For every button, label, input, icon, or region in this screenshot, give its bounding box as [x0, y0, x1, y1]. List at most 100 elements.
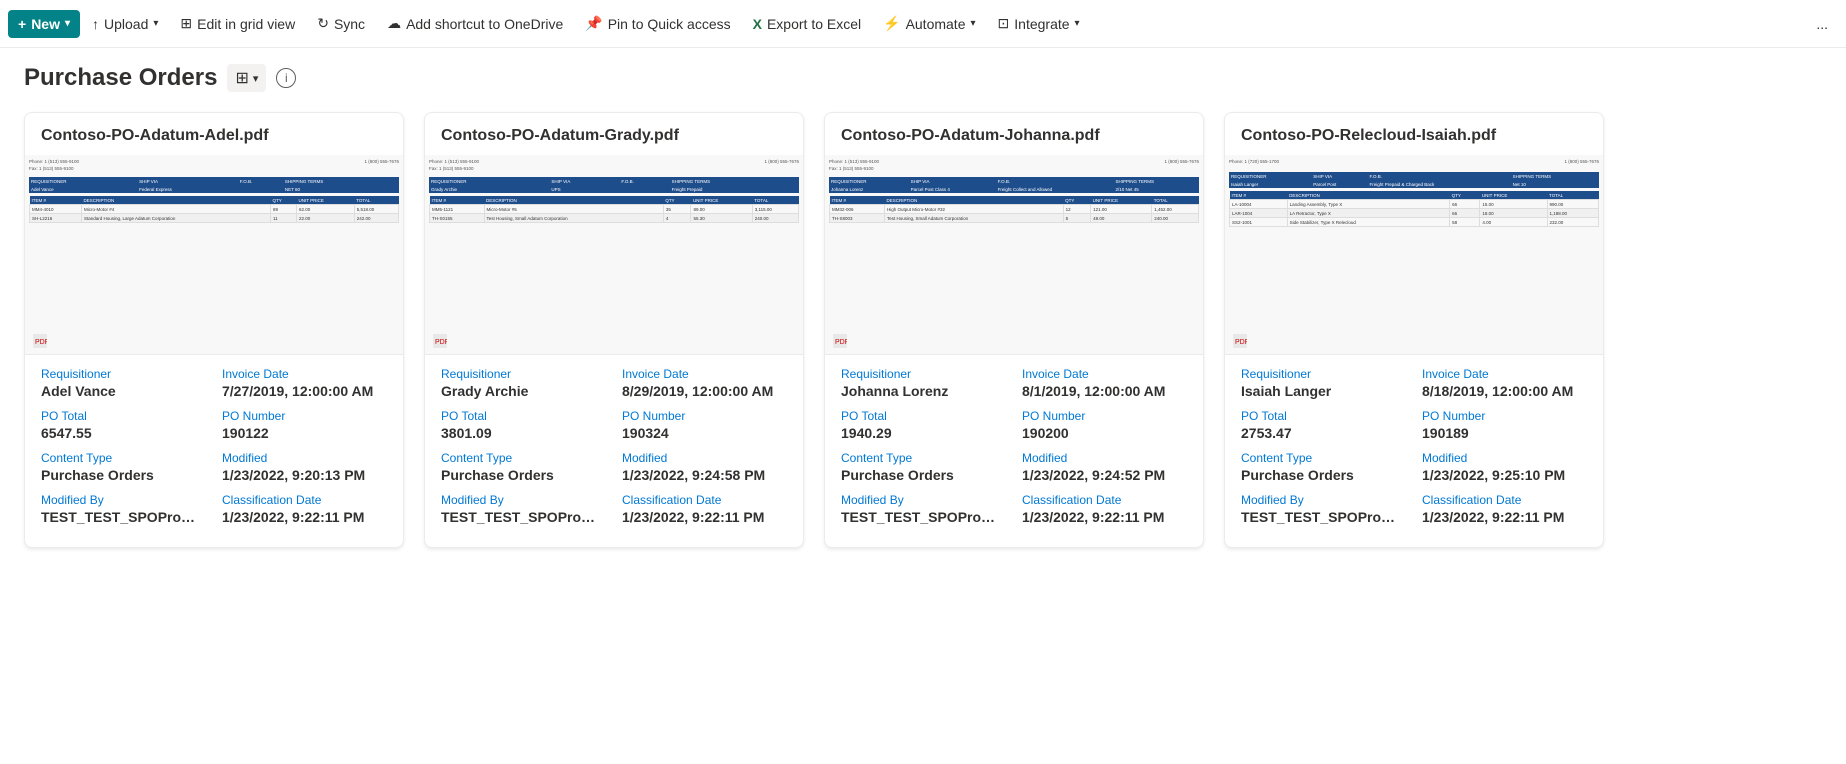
- requisitioner-label: Requisitioner: [1241, 367, 1406, 381]
- meta-row-1: Requisitioner Adel Vance Invoice Date 7/…: [41, 367, 387, 399]
- po-total-label: PO Total: [441, 409, 606, 423]
- document-card[interactable]: Contoso-PO-Adatum-Grady.pdf Phone: 1 (51…: [424, 112, 804, 548]
- toolbar: + New ▾ ↑ Upload ▾ ⊞ Edit in grid view ↻…: [0, 0, 1846, 48]
- modified-by-value: TEST_TEST_SPOProvH...: [41, 509, 201, 525]
- content-type-value: Purchase Orders: [1241, 467, 1406, 483]
- integrate-label: Integrate: [1014, 16, 1069, 32]
- card-preview: Phone: 1 (513) 555-9100 1 (800) 555-7676…: [825, 155, 1203, 355]
- more-button[interactable]: ...: [1806, 10, 1838, 38]
- meta-row-3: Content Type Purchase Orders Modified 1/…: [841, 451, 1187, 483]
- po-number-label: PO Number: [1022, 409, 1187, 423]
- svg-text:PDF: PDF: [435, 339, 447, 346]
- upload-button[interactable]: ↑ Upload ▾: [82, 10, 168, 38]
- pin-button[interactable]: 📌 Pin to Quick access: [575, 9, 740, 38]
- modified-by-cell: Modified By TEST_TEST_SPOProvH...: [1241, 493, 1406, 525]
- edit-grid-label: Edit in grid view: [197, 16, 295, 32]
- integrate-icon: ⊡: [998, 15, 1010, 32]
- cards-container: Contoso-PO-Adatum-Adel.pdf Phone: 1 (513…: [0, 104, 1846, 572]
- view-chevron-icon: ▾: [253, 72, 259, 85]
- automate-button[interactable]: ⚡ Automate ▾: [873, 9, 985, 38]
- meta-row-1: Requisitioner Grady Archie Invoice Date …: [441, 367, 787, 399]
- invoice-date-value: 8/18/2019, 12:00:00 AM: [1422, 383, 1587, 399]
- invoice-date-value: 7/27/2019, 12:00:00 AM: [222, 383, 387, 399]
- card-metadata: Requisitioner Adel Vance Invoice Date 7/…: [25, 355, 403, 547]
- add-shortcut-button[interactable]: ☁ Add shortcut to OneDrive: [377, 9, 573, 38]
- sync-button[interactable]: ↻ Sync: [307, 9, 375, 38]
- integrate-button[interactable]: ⊡ Integrate ▾: [988, 9, 1090, 38]
- meta-row-2: PO Total 3801.09 PO Number 190324: [441, 409, 787, 441]
- export-button[interactable]: X Export to Excel: [743, 10, 872, 38]
- meta-row-4: Modified By TEST_TEST_SPOProvH... Classi…: [841, 493, 1187, 525]
- po-number-cell: PO Number 190122: [222, 409, 387, 441]
- modified-value: 1/23/2022, 9:24:58 PM: [622, 467, 787, 483]
- content-type-cell: Content Type Purchase Orders: [1241, 451, 1406, 483]
- page-title: Purchase Orders: [24, 64, 217, 92]
- plus-icon: +: [18, 16, 26, 32]
- svg-text:PDF: PDF: [835, 339, 847, 346]
- meta-row-1: Requisitioner Johanna Lorenz Invoice Dat…: [841, 367, 1187, 399]
- modified-by-label: Modified By: [1241, 493, 1406, 507]
- requisitioner-label: Requisitioner: [841, 367, 1006, 381]
- document-card[interactable]: Contoso-PO-Relecloud-Isaiah.pdf Phone: 1…: [1224, 112, 1604, 548]
- info-icon[interactable]: i: [276, 68, 296, 88]
- po-number-cell: PO Number 190200: [1022, 409, 1187, 441]
- card-filename: Contoso-PO-Adatum-Johanna.pdf: [825, 113, 1203, 155]
- po-total-cell: PO Total 6547.55: [41, 409, 206, 441]
- content-type-cell: Content Type Purchase Orders: [41, 451, 206, 483]
- pin-label: Pin to Quick access: [608, 16, 731, 32]
- upload-label: Upload: [104, 16, 148, 32]
- view-switcher[interactable]: ⊞ ▾: [227, 64, 266, 92]
- modified-by-cell: Modified By TEST_TEST_SPOProvH...: [441, 493, 606, 525]
- invoice-date-cell: Invoice Date 8/18/2019, 12:00:00 AM: [1422, 367, 1587, 399]
- invoice-date-value: 8/29/2019, 12:00:00 AM: [622, 383, 787, 399]
- upload-icon: ↑: [92, 16, 99, 32]
- meta-row-4: Modified By TEST_TEST_SPOProvH... Classi…: [441, 493, 787, 525]
- automate-icon: ⚡: [883, 15, 900, 32]
- modified-cell: Modified 1/23/2022, 9:20:13 PM: [222, 451, 387, 483]
- modified-cell: Modified 1/23/2022, 9:24:58 PM: [622, 451, 787, 483]
- po-total-label: PO Total: [1241, 409, 1406, 423]
- document-card[interactable]: Contoso-PO-Adatum-Johanna.pdf Phone: 1 (…: [824, 112, 1204, 548]
- requisitioner-cell: Requisitioner Isaiah Langer: [1241, 367, 1406, 399]
- modified-by-value: TEST_TEST_SPOProvH...: [441, 509, 601, 525]
- po-number-cell: PO Number 190324: [622, 409, 787, 441]
- view-grid-icon: ⊞: [235, 68, 248, 88]
- new-button[interactable]: + New ▾: [8, 10, 80, 38]
- modified-label: Modified: [622, 451, 787, 465]
- modified-by-label: Modified By: [841, 493, 1006, 507]
- invoice-date-cell: Invoice Date 8/1/2019, 12:00:00 AM: [1022, 367, 1187, 399]
- meta-row-3: Content Type Purchase Orders Modified 1/…: [441, 451, 787, 483]
- meta-row-4: Modified By TEST_TEST_SPOProvH... Classi…: [41, 493, 387, 525]
- grid-icon: ⊞: [180, 15, 192, 32]
- modified-value: 1/23/2022, 9:25:10 PM: [1422, 467, 1587, 483]
- svg-text:PDF: PDF: [1235, 339, 1247, 346]
- requisitioner-label: Requisitioner: [41, 367, 206, 381]
- card-filename: Contoso-PO-Adatum-Grady.pdf: [425, 113, 803, 155]
- classification-date-cell: Classification Date 1/23/2022, 9:22:11 P…: [1422, 493, 1587, 525]
- integrate-chevron-icon: ▾: [1075, 18, 1080, 29]
- po-number-label: PO Number: [1422, 409, 1587, 423]
- document-card[interactable]: Contoso-PO-Adatum-Adel.pdf Phone: 1 (513…: [24, 112, 404, 548]
- classification-date-value: 1/23/2022, 9:22:11 PM: [222, 509, 387, 525]
- modified-label: Modified: [222, 451, 387, 465]
- invoice-date-label: Invoice Date: [1022, 367, 1187, 381]
- po-total-value: 2753.47: [1241, 425, 1406, 441]
- content-type-value: Purchase Orders: [841, 467, 1006, 483]
- classification-date-label: Classification Date: [222, 493, 387, 507]
- card-metadata: Requisitioner Grady Archie Invoice Date …: [425, 355, 803, 547]
- po-number-label: PO Number: [622, 409, 787, 423]
- po-number-value: 190122: [222, 425, 387, 441]
- card-metadata: Requisitioner Johanna Lorenz Invoice Dat…: [825, 355, 1203, 547]
- classification-date-label: Classification Date: [1022, 493, 1187, 507]
- sync-label: Sync: [334, 16, 365, 32]
- modified-by-label: Modified By: [441, 493, 606, 507]
- requisitioner-cell: Requisitioner Grady Archie: [441, 367, 606, 399]
- more-icon: ...: [1816, 16, 1828, 32]
- card-preview: Phone: 1 (720) 555-1700 1 (800) 555-7676…: [1225, 155, 1603, 355]
- content-type-cell: Content Type Purchase Orders: [441, 451, 606, 483]
- modified-by-cell: Modified By TEST_TEST_SPOProvH...: [841, 493, 1006, 525]
- edit-grid-button[interactable]: ⊞ Edit in grid view: [170, 9, 305, 38]
- classification-date-value: 1/23/2022, 9:22:11 PM: [1422, 509, 1587, 525]
- content-type-label: Content Type: [441, 451, 606, 465]
- sync-icon: ↻: [317, 15, 329, 32]
